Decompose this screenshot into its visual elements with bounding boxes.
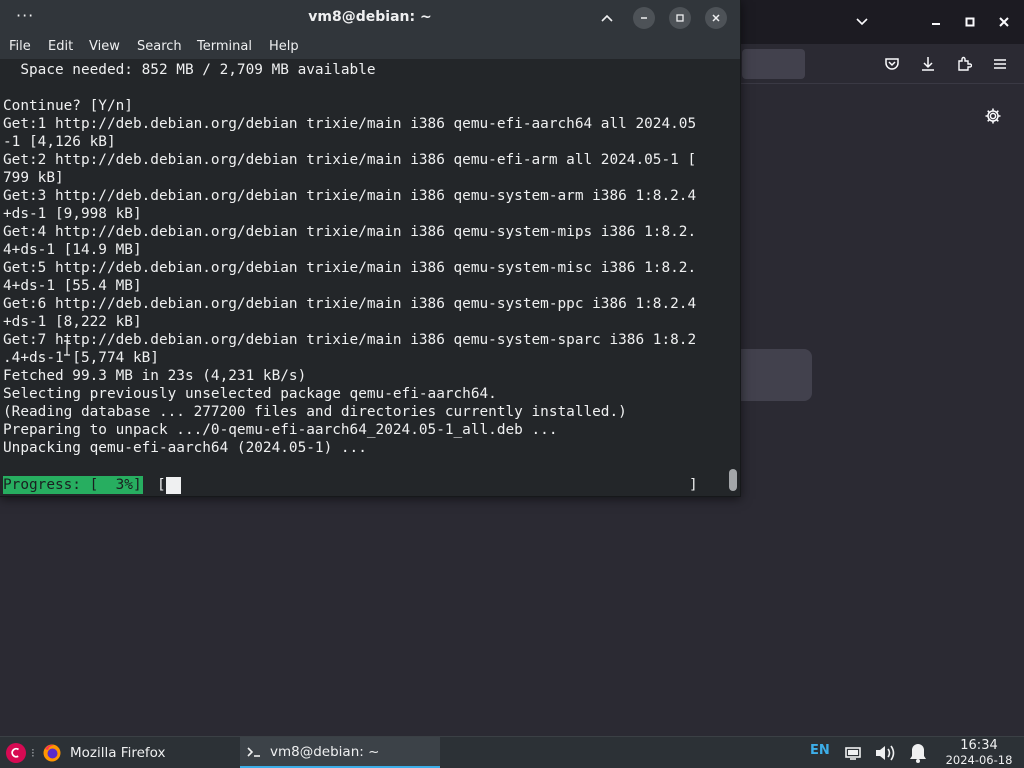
- terminal-line: Get:2 http://deb.debian.org/debian trixi…: [3, 152, 697, 168]
- progress-label: Progress: [ 3%]: [3, 476, 143, 494]
- menu-view[interactable]: View: [89, 39, 120, 54]
- terminal-line: -1 [4,126 kB]: [3, 134, 116, 150]
- terminal-line: Get:5 http://deb.debian.org/debian trixi…: [3, 260, 697, 276]
- terminal-line: 4+ds-1 [55.4 MB]: [3, 278, 142, 294]
- terminal-line: Get:6 http://deb.debian.org/debian trixi…: [3, 296, 697, 312]
- menu-help[interactable]: Help: [269, 39, 299, 54]
- terminal-line: Get:7 http://deb.debian.org/debian trixi…: [3, 332, 697, 348]
- terminal-titlebar[interactable]: ··· vm8@debian: ~: [0, 0, 740, 36]
- firefox-icon: [43, 744, 61, 761]
- extensions-icon[interactable]: [948, 48, 980, 80]
- download-icon[interactable]: [912, 48, 944, 80]
- minimize-icon[interactable]: [633, 7, 655, 29]
- terminal-line: Space needed: 852 MB / 2,709 MB availabl…: [3, 62, 376, 78]
- terminal-line: Get:1 http://deb.debian.org/debian trixi…: [3, 116, 697, 132]
- terminal-line: (Reading database ... 277200 files and d…: [3, 404, 627, 420]
- clock-time[interactable]: 16:34: [940, 738, 1018, 753]
- terminal-line: Selecting previously unselected package …: [3, 386, 497, 402]
- terminal-line: .4+ds-1 [5,774 kB]: [3, 350, 159, 366]
- terminal-line: 4+ds-1 [14.9 MB]: [3, 242, 142, 258]
- close-icon[interactable]: [988, 6, 1020, 38]
- scrollbar-thumb[interactable]: [729, 469, 737, 491]
- notification-bell-icon[interactable]: [905, 737, 931, 768]
- task-firefox[interactable]: Mozilla Firefox: [40, 737, 236, 768]
- debian-logo-icon: [6, 742, 26, 763]
- chevron-down-icon[interactable]: [846, 6, 878, 38]
- application-launcher[interactable]: [4, 737, 28, 768]
- terminal-menubar: File Edit View Search Terminal Help: [0, 36, 740, 59]
- maximize-icon[interactable]: [669, 7, 691, 29]
- terminal-lines: Space needed: 852 MB / 2,709 MB availabl…: [3, 61, 696, 457]
- terminal-icon: [247, 746, 260, 757]
- minimize-icon[interactable]: [920, 6, 952, 38]
- keep-above-icon[interactable]: [596, 7, 618, 29]
- terminal-line: Continue? [Y/n]: [3, 98, 133, 114]
- menu-terminal[interactable]: Terminal: [197, 39, 252, 54]
- keyboard-layout[interactable]: EN: [810, 743, 830, 758]
- progress-bar: [166, 477, 686, 493]
- terminal-line: +ds-1 [8,222 kB]: [3, 314, 142, 330]
- volume-icon[interactable]: [872, 737, 900, 768]
- menu-search[interactable]: Search: [137, 39, 182, 54]
- screen-icon[interactable]: [842, 737, 864, 768]
- terminal-line: Fetched 99.3 MB in 23s (4,231 kB/s): [3, 368, 307, 384]
- menu-icon[interactable]: [984, 48, 1016, 80]
- task-label: Mozilla Firefox: [70, 744, 166, 761]
- terminal-line: Unpacking qemu-efi-aarch64 (2024.05-1) .…: [3, 440, 367, 456]
- gear-icon[interactable]: [977, 100, 1009, 132]
- close-icon[interactable]: [705, 7, 727, 29]
- terminal-line: Get:4 http://deb.debian.org/debian trixi…: [3, 224, 697, 240]
- terminal-line: +ds-1 [9,998 kB]: [3, 206, 142, 222]
- terminal-line: Get:3 http://deb.debian.org/debian trixi…: [3, 188, 697, 204]
- terminal-output[interactable]: Space needed: 852 MB / 2,709 MB availabl…: [3, 59, 727, 495]
- task-terminal[interactable]: vm8@debian: ~: [240, 737, 440, 768]
- terminal-window: ··· vm8@debian: ~ File Edit View Search …: [0, 0, 741, 497]
- window-title: vm8@debian: ~: [308, 9, 432, 25]
- menu-file[interactable]: File: [9, 39, 31, 54]
- taskbar: ⁝ Mozilla Firefox vm8@debian: ~ EN 16:34…: [0, 736, 1024, 768]
- text-cursor: [166, 477, 181, 494]
- clock-date[interactable]: 2024-06-18: [940, 753, 1018, 767]
- ibeam-cursor-icon: [64, 340, 70, 356]
- terminal-scrollbar[interactable]: [727, 59, 740, 495]
- maximize-icon[interactable]: [954, 6, 986, 38]
- firefox-url-bar[interactable]: [742, 49, 805, 79]
- terminal-line: 799 kB]: [3, 170, 64, 186]
- progress-row: Progress: [ 3%] [ ]: [3, 476, 727, 494]
- menu-edit[interactable]: Edit: [48, 39, 73, 54]
- terminal-line: Preparing to unpack .../0-qemu-efi-aarch…: [3, 422, 558, 438]
- pocket-icon[interactable]: [876, 48, 908, 80]
- progress-bar-close-bracket: ]: [689, 477, 698, 493]
- task-label: vm8@debian: ~: [270, 743, 380, 760]
- progress-bar-open-bracket: [: [157, 477, 166, 493]
